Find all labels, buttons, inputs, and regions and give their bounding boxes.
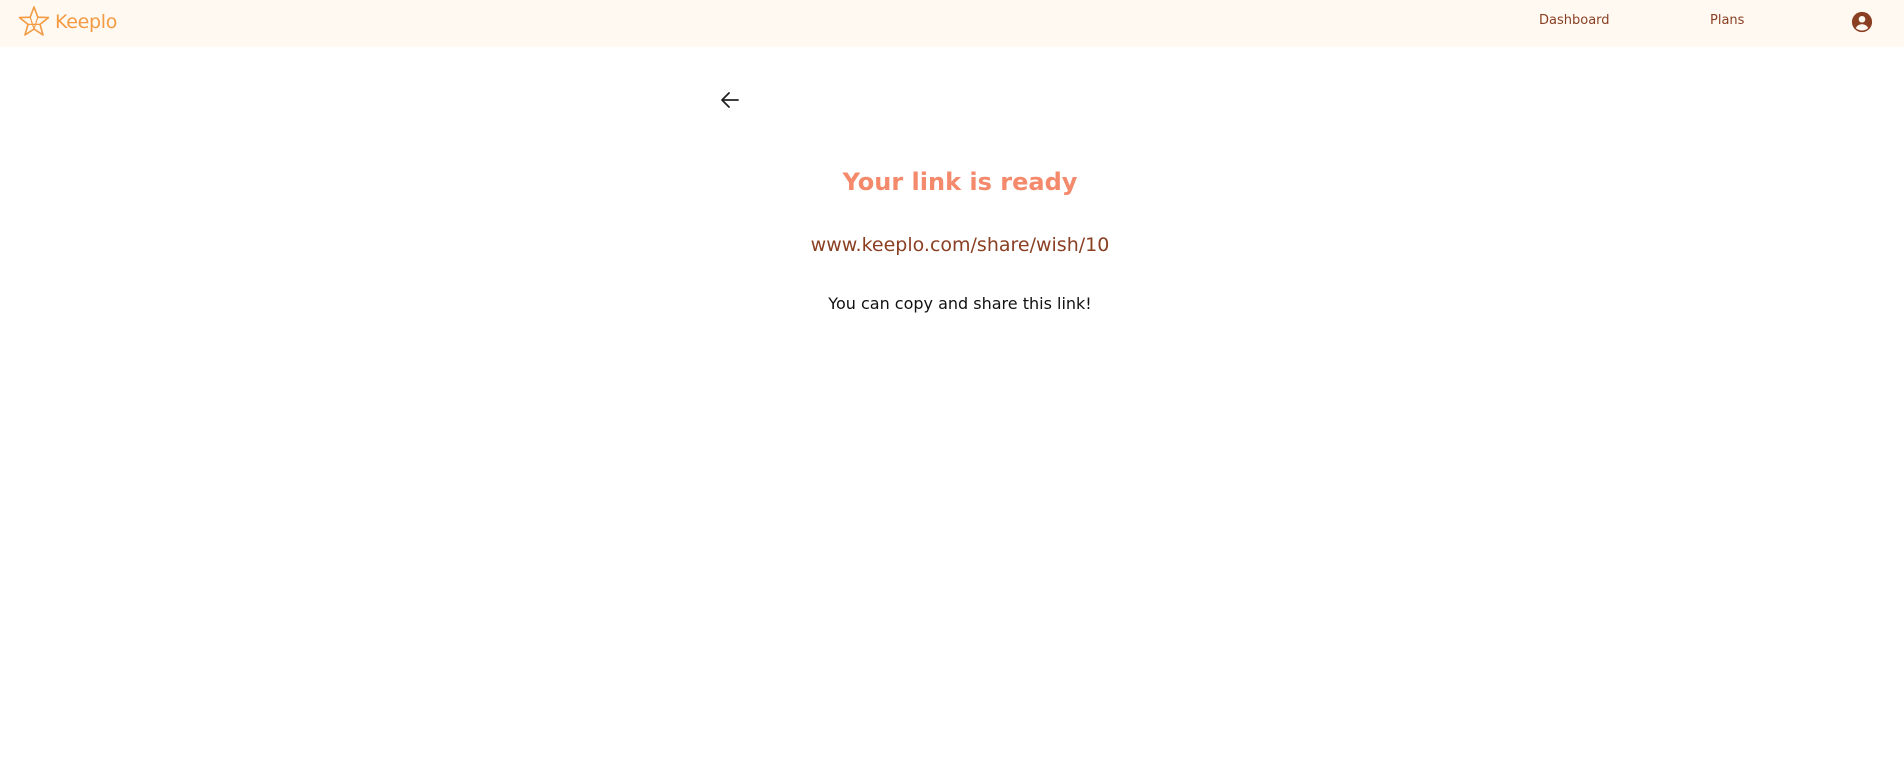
- nav-dashboard-link[interactable]: Dashboard: [1539, 13, 1610, 28]
- page-title: Your link is ready: [842, 168, 1078, 196]
- brand-name: Keeplo: [55, 11, 118, 33]
- nav-plans-link[interactable]: Plans: [1710, 13, 1744, 28]
- arrow-left-icon[interactable]: [718, 88, 742, 112]
- share-hint-text: You can copy and share this link!: [828, 294, 1092, 313]
- logo-link[interactable]: Keeplo: [16, 4, 117, 40]
- account-circle-icon[interactable]: [1851, 11, 1873, 33]
- star-logo-icon: [18, 6, 50, 36]
- top-navbar: Keeplo Dashboard Plans: [0, 0, 1904, 47]
- share-link[interactable]: www.keeplo.com/share/wish/10: [0, 234, 1904, 256]
